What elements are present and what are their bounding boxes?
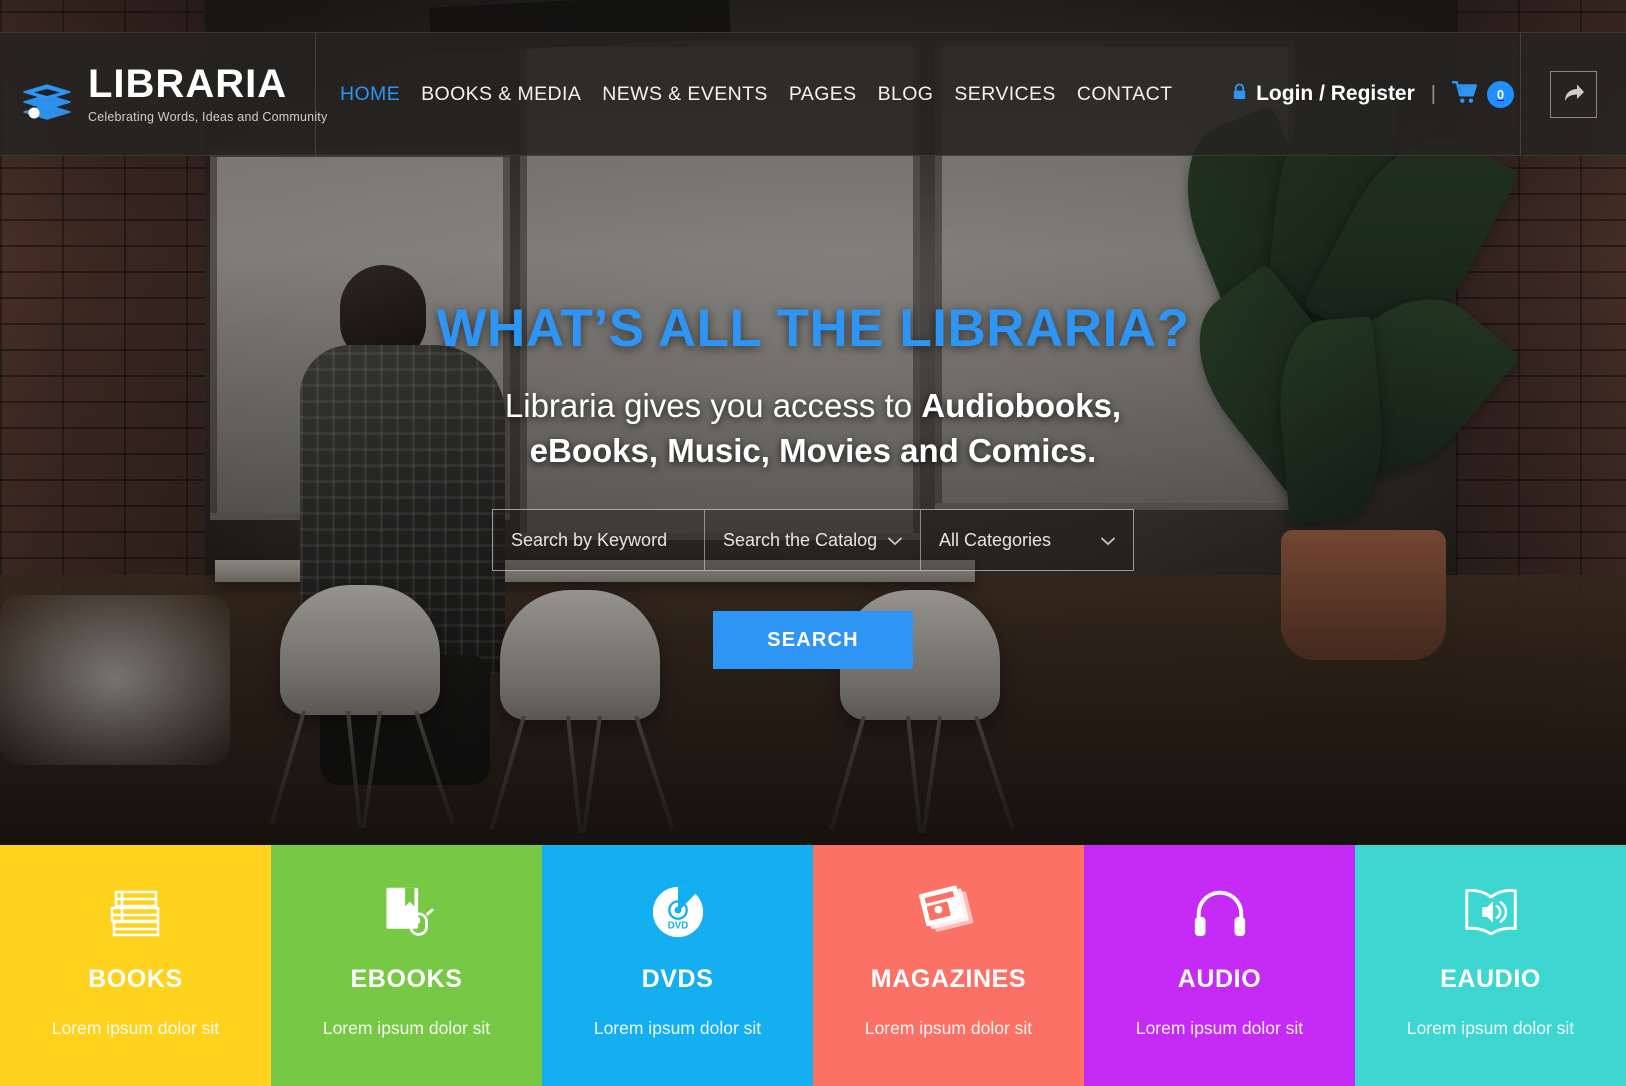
share-arrow-button[interactable] <box>1550 70 1597 118</box>
category-tiles: BOOKS Lorem ipsum dolor sit EBOOKS Lorem… <box>0 845 1626 1086</box>
main-navigation: HOME BOOKS & MEDIA NEWS & EVENTS PAGES B… <box>316 33 1232 155</box>
site-header: LIBRARIA Celebrating Words, Ideas and Co… <box>0 32 1626 156</box>
nav-item-services[interactable]: SERVICES <box>954 83 1055 106</box>
category-desc: Lorem ipsum dolor sit <box>1135 1018 1304 1038</box>
category-title: EBOOKS <box>350 965 463 993</box>
nav-item-contact[interactable]: CONTACT <box>1077 83 1173 106</box>
category-tile-ebooks[interactable]: EBOOKS Lorem ipsum dolor sit <box>271 845 542 1086</box>
share-arrow-icon <box>1562 81 1586 108</box>
category-tile-eaudio[interactable]: EAUDIO Lorem ipsum dolor sit <box>1355 845 1626 1086</box>
header-actions: Login / Register | 0 <box>1232 33 1520 155</box>
logo-block[interactable]: LIBRARIA Celebrating Words, Ideas and Co… <box>0 33 327 155</box>
ebook-mouse-icon <box>377 881 437 943</box>
category-desc: Lorem ipsum dolor sit <box>51 1018 220 1038</box>
page-root: LIBRARIA Celebrating Words, Ideas and Co… <box>0 0 1626 1086</box>
login-register-label: Login / Register <box>1256 82 1415 105</box>
category-title: BOOKS <box>88 965 183 993</box>
category-title: AUDIO <box>1177 965 1262 993</box>
cart-count-badge: 0 <box>1487 80 1514 108</box>
nav-item-blog[interactable]: BLOG <box>878 83 934 106</box>
category-tile-magazines[interactable]: MAGAZINES Lorem ipsum dolor sit <box>813 845 1084 1086</box>
nav-item-pages[interactable]: PAGES <box>789 83 857 106</box>
chevron-down-icon <box>888 530 902 551</box>
search-submit-button[interactable]: SEARCH <box>713 611 913 670</box>
books-stack-icon <box>104 881 168 943</box>
headphones-icon <box>1191 881 1249 943</box>
shopping-cart-icon <box>1451 80 1478 109</box>
nav-item-books-media[interactable]: BOOKS & MEDIA <box>421 83 581 106</box>
search-categories-select[interactable]: All Categories <box>921 510 1133 570</box>
category-desc: Lorem ipsum dolor sit <box>864 1018 1033 1038</box>
logo-name: LIBRARIA <box>88 62 288 106</box>
category-desc: Lorem ipsum dolor sit <box>593 1018 762 1038</box>
magazines-icon <box>916 881 982 943</box>
chevron-down-icon <box>1101 530 1115 551</box>
logo-tagline: Celebrating Words, Ideas and Community <box>88 110 328 124</box>
hero-subtitle: Libraria gives you access to Audiobooks,… <box>443 384 1183 473</box>
stacked-books-icon <box>18 65 76 123</box>
category-title: DVDS <box>641 965 714 993</box>
hero-title: WHAT’S ALL THE LIBRARIA? <box>436 299 1190 358</box>
search-categories-value: All Categories <box>939 529 1052 550</box>
login-register-link[interactable]: Login / Register <box>1232 82 1415 106</box>
category-desc: Lorem ipsum dolor sit <box>322 1018 491 1038</box>
category-tile-audio[interactable]: AUDIO Lorem ipsum dolor sit <box>1084 845 1355 1086</box>
lock-icon <box>1232 82 1247 106</box>
header-separator: | <box>1430 82 1436 105</box>
hero-search-bar: Search by Keyword Search the Catalog All… <box>492 509 1134 572</box>
search-catalog-value: Search the Catalog <box>723 529 878 550</box>
nav-item-news-events[interactable]: NEWS & EVENTS <box>602 83 768 106</box>
category-title: EAUDIO <box>1440 965 1541 993</box>
category-desc: Lorem ipsum dolor sit <box>1406 1018 1575 1038</box>
search-keyword-field[interactable]: Search by Keyword <box>493 510 705 571</box>
hero-subtitle-lead: Libraria gives you access to <box>504 387 922 425</box>
search-catalog-select[interactable]: Search the Catalog <box>705 510 921 571</box>
hero-content: WHAT’S ALL THE LIBRARIA? Libraria gives … <box>0 299 1626 670</box>
category-tile-books[interactable]: BOOKS Lorem ipsum dolor sit <box>0 845 271 1086</box>
share-button-wrap <box>1520 33 1626 155</box>
cart-link[interactable]: 0 <box>1451 80 1514 109</box>
audiobook-speaker-icon <box>1459 881 1523 943</box>
dvd-disc-icon: DVD <box>649 881 707 943</box>
search-keyword-placeholder: Search by Keyword <box>511 529 668 550</box>
nav-item-home[interactable]: HOME <box>340 83 400 106</box>
category-tile-dvds[interactable]: DVD DVDS Lorem ipsum dolor sit <box>542 845 813 1086</box>
category-title: MAGAZINES <box>870 965 1027 993</box>
svg-text:DVD: DVD <box>667 920 687 931</box>
